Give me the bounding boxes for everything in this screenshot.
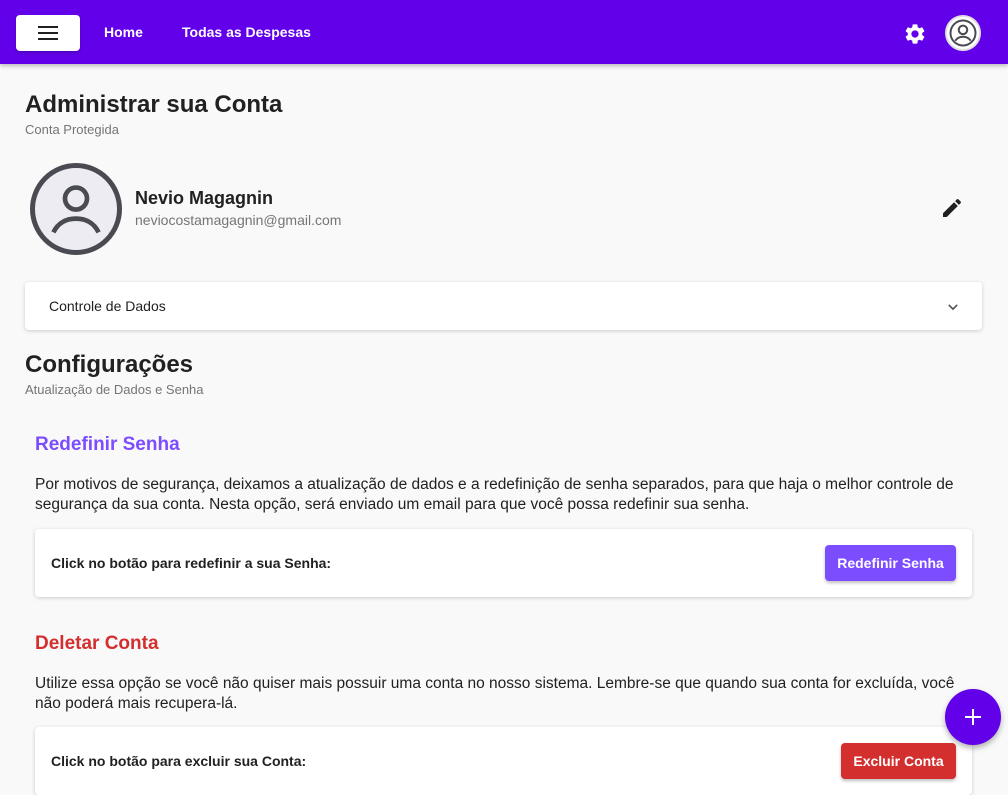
app-bar: Home Todas as Despesas [0,0,1008,64]
profile-avatar [30,163,122,255]
page-title: Administrar sua Conta [25,91,283,118]
account-avatar-button[interactable] [945,15,981,51]
plus-icon [965,709,981,725]
reset-password-card: Click no botão para redefinir a sua Senh… [35,529,972,597]
menu-button[interactable] [16,15,80,51]
delete-account-heading: Deletar Conta [35,633,159,654]
menu-icon [38,26,58,40]
settings-subtitle: Atualização de Dados e Senha [25,382,204,397]
delete-account-card-label: Click no botão para excluir sua Conta: [51,753,307,769]
data-control-expansion-panel[interactable]: Controle de Dados [25,282,982,330]
reset-password-button[interactable]: Redefinir Senha [825,545,956,581]
delete-account-card: Click no botão para excluir sua Conta: E… [35,727,972,795]
expansion-panel-label: Controle de Dados [49,298,166,314]
delete-account-button[interactable]: Excluir Conta [841,743,956,779]
nav-home-link[interactable]: Home [104,24,143,40]
chevron-down-icon [948,304,958,311]
edit-icon[interactable] [940,196,964,220]
profile-email: neviocostamagagnin@gmail.com [135,212,342,228]
add-fab-button[interactable] [945,689,1001,745]
reset-password-heading: Redefinir Senha [35,434,180,455]
gear-icon[interactable] [903,22,927,46]
reset-password-description: Por motivos de segurança, deixamos a atu… [35,476,954,513]
profile-name: Nevio Magagnin [135,188,274,208]
account-icon [949,19,977,47]
reset-password-card-label: Click no botão para redefinir a sua Senh… [51,555,332,571]
delete-account-description: Utilize essa opção se você não quiser ma… [35,675,955,712]
nav-all-expenses-link[interactable]: Todas as Despesas [182,24,311,40]
settings-title: Configurações [25,351,194,378]
profile-person-icon [51,185,101,234]
page-subtitle: Conta Protegida [25,122,119,137]
